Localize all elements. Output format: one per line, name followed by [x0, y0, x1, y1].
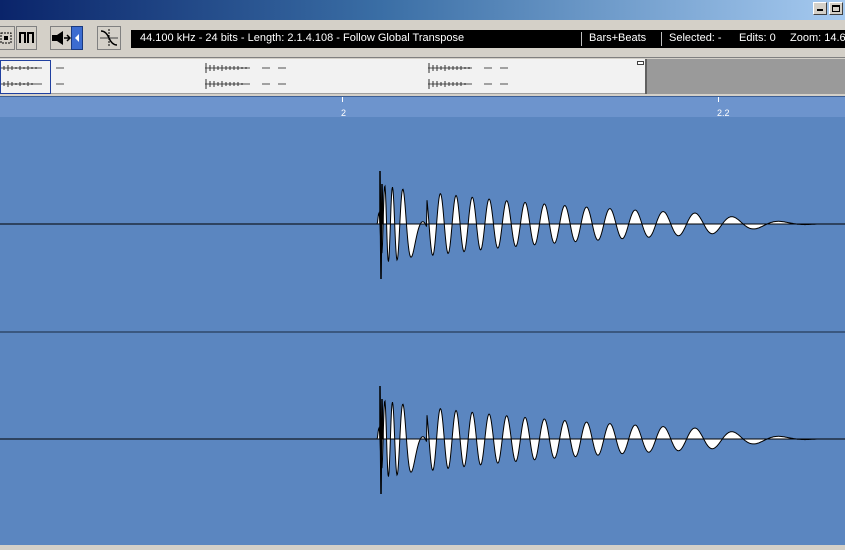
toolbar: 44.100 kHz - 24 bits - Length: 2.1.4.108… [0, 20, 845, 58]
overview-strip[interactable] [0, 58, 845, 96]
channel-2-waveform [376, 399, 818, 477]
range-select-tool-button[interactable] [0, 26, 15, 50]
play-speaker-icon [52, 31, 71, 45]
zero-crossing-icon [100, 29, 118, 47]
minimize-button[interactable] [813, 2, 827, 15]
overview-end-handle[interactable] [637, 61, 644, 65]
time-ruler[interactable]: 2 2.2 [0, 96, 845, 118]
overview-waveform[interactable] [0, 59, 645, 94]
play-tool-dropdown[interactable] [71, 26, 83, 50]
waveform-display [0, 170, 845, 495]
overview-waveform-graphic [0, 63, 508, 89]
waveform-view[interactable] [0, 117, 845, 545]
draw-tool-button[interactable] [16, 26, 37, 50]
title-bar [0, 0, 845, 20]
info-bar: 44.100 kHz - 24 bits - Length: 2.1.4.108… [131, 30, 845, 48]
maximize-button[interactable] [829, 2, 843, 15]
audio-format-info: 44.100 kHz - 24 bits - Length: 2.1.4.108… [140, 32, 465, 44]
snap-zero-crossing-button[interactable] [97, 26, 121, 50]
draw-icon [19, 32, 34, 43]
zoom-info: Zoom: 14.64 [790, 32, 845, 44]
separator [581, 32, 582, 46]
overview-empty-area [645, 59, 845, 94]
selected-info: Selected: - [669, 32, 722, 44]
channel-1-waveform [376, 184, 818, 262]
time-format-selector[interactable]: Bars+Beats [589, 32, 646, 44]
window-controls [813, 2, 843, 15]
minimize-icon [817, 9, 823, 11]
maximize-icon [832, 5, 840, 12]
ruler-tick [342, 97, 343, 102]
separator [661, 32, 662, 46]
triangle-left-icon [75, 34, 79, 42]
ruler-tick [718, 97, 719, 102]
overview-view-frame[interactable] [0, 60, 51, 94]
edits-info: Edits: 0 [739, 32, 776, 44]
play-tool-button[interactable] [50, 26, 72, 50]
range-select-icon [0, 32, 12, 44]
